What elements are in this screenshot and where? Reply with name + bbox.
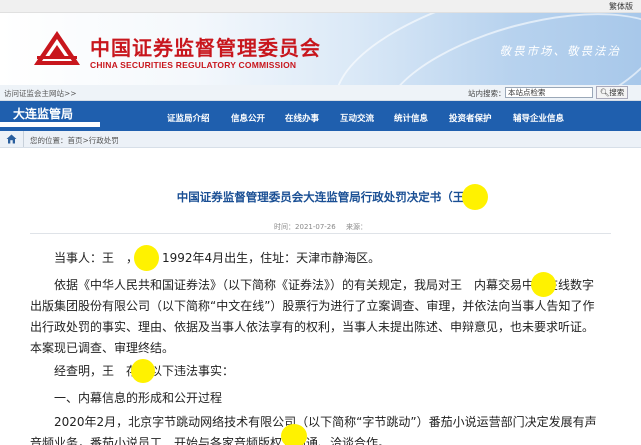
bureau-name: 大连监管局 — [13, 107, 74, 121]
nav-item-statistics[interactable]: 统计信息 — [394, 112, 428, 124]
title-divider — [30, 233, 611, 234]
publish-time: 时间：2021-07-26 — [274, 223, 336, 231]
csrc-logo-icon[interactable] — [33, 30, 81, 66]
home-icon[interactable] — [6, 134, 17, 144]
bureau-underline — [0, 122, 100, 127]
redaction-mark — [134, 245, 159, 271]
party-paragraph: 当事人：王 ，男，1992年4月出生，住址：天津市静海区。 — [54, 251, 381, 265]
redaction-mark — [281, 424, 307, 445]
search-icon: 🔍︎ — [599, 88, 610, 97]
site-banner: 中国证券监督管理委员会 CHINA SECURITIES REGULATORY … — [0, 13, 641, 85]
main-nav: 大连监管局 证监局介绍 信息公开 在线办事 互动交流 统计信息 投资者保护 辅导… — [0, 101, 641, 131]
search-bar: 访问证监会主网站>> 站内搜索： 🔍︎搜索 — [0, 85, 641, 101]
search-label: 站内搜索： — [468, 89, 506, 98]
nav-item-tutored-companies[interactable]: 辅导企业信息 — [513, 112, 564, 124]
redaction-mark — [131, 359, 155, 383]
site-search-input[interactable] — [505, 87, 593, 98]
slogan: 敬畏市场、敬畏法治 — [499, 44, 621, 58]
breadcrumb: 您的位置：首页>行政处罚 — [30, 136, 119, 145]
org-name-cn: 中国证券监督管理委员会 — [90, 36, 321, 60]
document-source: 来源： — [345, 223, 367, 231]
nav-item-online-services[interactable]: 在线办事 — [285, 112, 319, 124]
basis-paragraph: 依据《中华人民共和国证券法》（以下简称《证券法》）的有关规定，我局对王 内幕交易… — [30, 278, 595, 355]
search-button-label: 搜索 — [609, 88, 625, 97]
nav-item-interaction[interactable]: 互动交流 — [340, 112, 374, 124]
document-title: 中国证券监督管理委员会大连监管局行政处罚决定书（王 — [176, 190, 465, 204]
nav-item-info-disclosure[interactable]: 信息公开 — [231, 112, 265, 124]
main-site-link[interactable]: 访问证监会主网站>> — [4, 88, 77, 99]
traditional-chinese-link[interactable]: 繁体版 — [609, 1, 633, 12]
breadcrumb-divider — [23, 131, 24, 147]
section-heading: 一、内幕信息的形成和公开过程 — [54, 391, 223, 405]
nav-item-investor-protection[interactable]: 投资者保护 — [449, 112, 492, 124]
redaction-mark — [531, 272, 556, 297]
facts-paragraph: 2020年2月，北京字节跳动网络技术有限公司（以下简称“字节跳动”）番茄小说运营… — [30, 415, 597, 445]
org-name-en: CHINA SECURITIES REGULATORY COMMISSION — [90, 60, 297, 70]
top-utility-bar: 繁体版 — [0, 0, 641, 13]
breadcrumb-bar: 您的位置：首页>行政处罚 — [0, 131, 641, 148]
search-button[interactable]: 🔍︎搜索 — [596, 86, 628, 99]
document-meta: 时间：2021-07-26 来源： — [0, 222, 641, 232]
nav-item-intro[interactable]: 证监局介绍 — [167, 112, 210, 124]
redaction-mark — [462, 184, 488, 210]
findings-intro: 经查明，王 存在以下违法事实： — [54, 364, 235, 378]
bureau-home-link[interactable]: 大连监管局 — [0, 101, 150, 131]
